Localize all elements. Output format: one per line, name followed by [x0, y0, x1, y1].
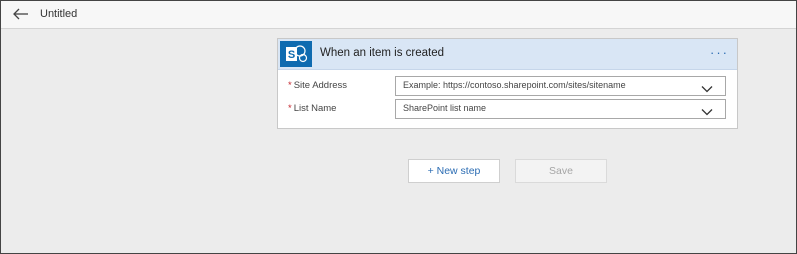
more-options-icon[interactable]: ··· — [710, 46, 729, 60]
top-bar: Untitled — [1, 1, 796, 29]
site-address-label-text: Site Address — [293, 80, 348, 91]
flow-title: Untitled — [40, 8, 78, 20]
list-name-placeholder: SharePoint list name — [403, 103, 487, 113]
required-mark: * — [288, 103, 292, 114]
site-address-label: * Site Address — [288, 80, 347, 91]
save-button[interactable]: Save — [515, 159, 607, 183]
trigger-card: S When an item is created ··· * Site Addr… — [277, 38, 738, 129]
site-address-dropdown[interactable]: Example: https://contoso.sharepoint.com/… — [395, 76, 726, 96]
required-mark: * — [288, 80, 292, 91]
trigger-title: When an item is created — [320, 47, 445, 59]
new-step-button[interactable]: + New step — [408, 159, 500, 183]
arrow-left-icon[interactable] — [11, 6, 31, 22]
list-name-dropdown[interactable]: SharePoint list name — [395, 99, 726, 119]
list-name-label-text: List Name — [293, 103, 337, 114]
flow-editor-window: Untitled S When an item is created ··· *… — [0, 0, 797, 254]
list-name-label: * List Name — [288, 103, 336, 114]
chevron-down-icon[interactable] — [701, 81, 713, 93]
sharepoint-icon: S — [280, 41, 312, 67]
trigger-card-header[interactable]: S When an item is created ··· — [278, 39, 737, 70]
chevron-down-icon[interactable] — [701, 104, 713, 116]
svg-text:S: S — [288, 49, 295, 61]
site-address-placeholder: Example: https://contoso.sharepoint.com/… — [403, 80, 626, 90]
